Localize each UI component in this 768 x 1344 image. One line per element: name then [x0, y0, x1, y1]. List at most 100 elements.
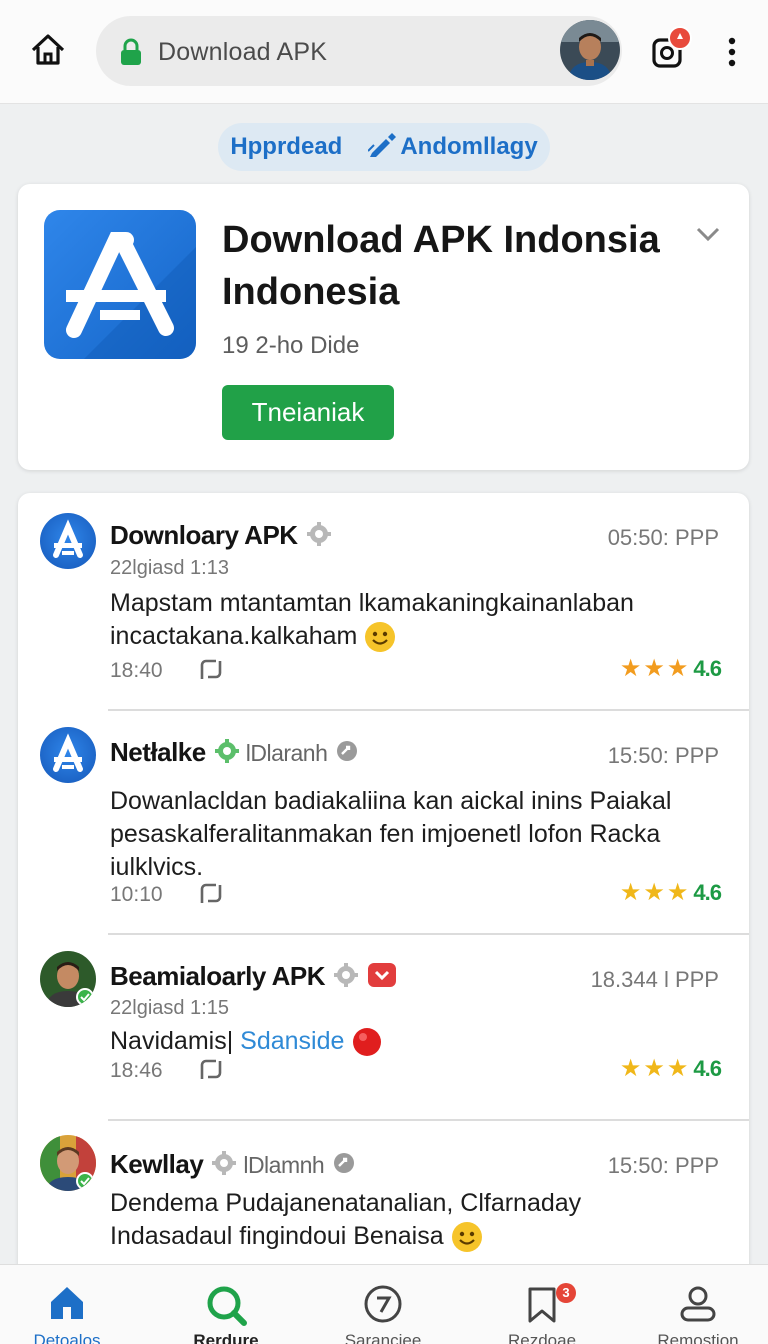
pen-icon	[367, 132, 397, 162]
more-menu-icon[interactable]	[718, 32, 746, 72]
list-item[interactable]: Beamialoarly APK 18.344 l PPP 22lgiasd 1…	[18, 935, 749, 1121]
star-icon: ★	[666, 1055, 689, 1082]
reply-icon[interactable]	[198, 1057, 226, 1083]
avatar[interactable]	[40, 727, 96, 783]
avatar[interactable]	[40, 1135, 96, 1191]
rating-value: 4.6	[693, 656, 722, 681]
nav-label: Detoalos	[33, 1331, 101, 1344]
verified-gear-icon	[211, 1150, 237, 1183]
post-author[interactable]: Kewllay lDlamnh	[110, 1149, 356, 1183]
post-meta-time: 18:40	[110, 659, 163, 682]
lock-icon	[118, 38, 144, 66]
author-name: Beamialoarly APK	[110, 961, 326, 991]
rating: ★ ★ ★ 4.6	[619, 1055, 722, 1082]
nav-item-profile[interactable]: Remostion	[628, 1265, 768, 1344]
app-title: Download APK Indonsia Indonesia	[222, 214, 672, 318]
verified-gear-icon	[333, 962, 359, 995]
reply-icon[interactable]	[198, 881, 226, 907]
app-title-line2: Indonesia	[222, 271, 400, 313]
nav-label: Rerdure	[193, 1331, 259, 1344]
star-icon: ★	[643, 879, 665, 906]
post-time: 15:50: PPP	[607, 1153, 719, 1178]
verified-badge-icon	[367, 962, 397, 995]
list-item[interactable]: Netłalke lDlaranh 15:50: PPP Dowanlacldan…	[18, 711, 749, 935]
nav-item-saved[interactable]: 3 Rezdoae	[472, 1265, 612, 1344]
home-icon[interactable]	[28, 30, 68, 70]
notification-badge	[668, 26, 692, 50]
address-text: Download APK	[158, 38, 328, 66]
category-chip[interactable]: Hpprdead Andomllagy	[218, 123, 550, 171]
star-icon: ★	[643, 655, 665, 682]
app-title-line1: Download APK Indonsia	[222, 219, 660, 261]
author-name: Kewllay	[110, 1149, 204, 1179]
app-meta: 19 2-ho Dide	[222, 332, 360, 359]
list-item[interactable]: Kewllay lDlamnh 15:50: PPP Dendema Pudaja…	[18, 1121, 749, 1273]
post-meta-time: 10:10	[110, 883, 163, 906]
post-subtitle: 22lgiasd 1:15	[110, 997, 229, 1019]
author-handle: lDlamnh	[243, 1152, 325, 1178]
compass-icon	[362, 1283, 404, 1330]
post-body: Mapstam mtantamtan lkamakaningkainanlaba…	[110, 587, 710, 653]
browser-toolbar: Download APK	[0, 0, 768, 104]
post-body: Navidamis| Sdanside	[110, 1025, 710, 1058]
address-bar[interactable]: Download APK	[96, 16, 622, 86]
profile-icon	[677, 1283, 719, 1330]
verified-gear-icon	[306, 521, 332, 554]
app-store-icon	[44, 210, 196, 359]
nav-badge: 3	[556, 1283, 576, 1303]
rating-value: 4.6	[693, 1056, 722, 1081]
nav-label: Saranciee	[344, 1331, 422, 1344]
review-feed: Downloary APK 05:50: PPP 22lgiasd 1:13 M…	[18, 493, 749, 1273]
chip-right-group: Andomllagy	[367, 132, 538, 162]
smile-emoji-icon	[451, 1221, 483, 1253]
retweet-icon	[335, 739, 359, 770]
post-body: Dendema Pudajanenatanalian, Clfarnaday I…	[110, 1187, 710, 1253]
nav-label: Remostion	[657, 1331, 739, 1344]
chip-left-label: Hpprdead	[230, 133, 343, 160]
home-icon	[47, 1283, 87, 1328]
post-author[interactable]: Beamialoarly APK	[110, 961, 397, 995]
bottom-navigation: Detoalos Rerdure Saranciee 3 Rezdoae Rem…	[0, 1264, 768, 1344]
nav-item-details[interactable]: Detoalos	[0, 1265, 137, 1344]
chip-right-label: Andomllagy	[400, 133, 538, 160]
rating-value: 4.6	[693, 880, 722, 905]
red-dot-icon	[351, 1026, 383, 1058]
nav-label: Rezdoae	[507, 1331, 577, 1344]
rating: ★ ★ ★ 4.6	[619, 655, 722, 682]
avatar[interactable]	[40, 951, 96, 1007]
star-icon: ★	[666, 655, 689, 682]
author-name: Downloary APK	[110, 520, 298, 550]
nav-item-explore[interactable]: Saranciee	[313, 1265, 453, 1344]
chevron-down-icon[interactable]	[694, 224, 722, 244]
post-author[interactable]: Netłalke lDlaranh	[110, 737, 359, 771]
smile-emoji-icon	[364, 621, 396, 653]
app-hero-card: Download APK Indonsia Indonesia 19 2-ho …	[18, 184, 749, 470]
post-subtitle: 22lgiasd 1:13	[110, 557, 229, 579]
search-icon	[204, 1283, 248, 1332]
author-name: Netłalke	[110, 737, 206, 767]
post-link[interactable]: Sdanside	[240, 1027, 344, 1055]
install-button[interactable]: Tneianiak	[222, 385, 394, 440]
post-time: 05:50: PPP	[607, 525, 719, 550]
star-icon: ★	[619, 1055, 642, 1082]
nav-item-search[interactable]: Rerdure	[156, 1265, 296, 1344]
post-body-text: Dendema Pudajanenatanalian, Clfarnaday I…	[110, 1189, 582, 1250]
reply-icon[interactable]	[198, 657, 226, 683]
retweet-icon	[332, 1151, 356, 1182]
post-meta-time: 18:46	[110, 1059, 163, 1082]
rating: ★ ★ ★ 4.6	[619, 879, 722, 906]
post-time: 18.344 l PPP	[590, 967, 719, 992]
star-icon: ★	[643, 1055, 665, 1082]
star-icon: ★	[666, 879, 689, 906]
star-icon: ★	[619, 655, 642, 682]
post-time: 15:50: PPP	[607, 743, 719, 768]
star-icon: ★	[619, 879, 642, 906]
list-item[interactable]: Downloary APK 05:50: PPP 22lgiasd 1:13 M…	[18, 493, 749, 711]
post-body-text: Navidamis|	[110, 1027, 234, 1055]
verified-gear-icon	[214, 738, 240, 771]
post-body: Dowanlacldan badiakaliina kan aickal ini…	[110, 787, 672, 881]
account-avatar[interactable]	[560, 20, 620, 80]
post-author[interactable]: Downloary APK	[110, 520, 332, 554]
author-handle: lDlaranh	[245, 740, 328, 766]
avatar[interactable]	[40, 513, 96, 569]
